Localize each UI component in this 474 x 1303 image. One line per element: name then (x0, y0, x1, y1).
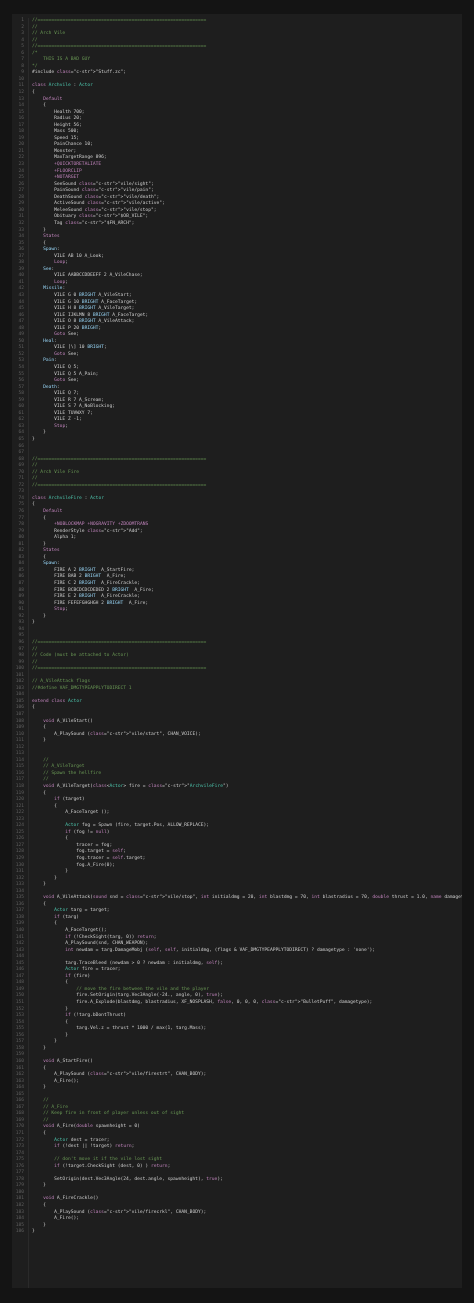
window-frame: 1//=====================================… (0, 0, 474, 1303)
line-number: 186 (15, 1229, 24, 1235)
line-text: } (32, 1229, 35, 1235)
code-line[interactable]: 186} (12, 1229, 462, 1236)
code-lines: 1//=====================================… (12, 18, 462, 1236)
code-editor[interactable]: 1//=====================================… (12, 14, 462, 1288)
